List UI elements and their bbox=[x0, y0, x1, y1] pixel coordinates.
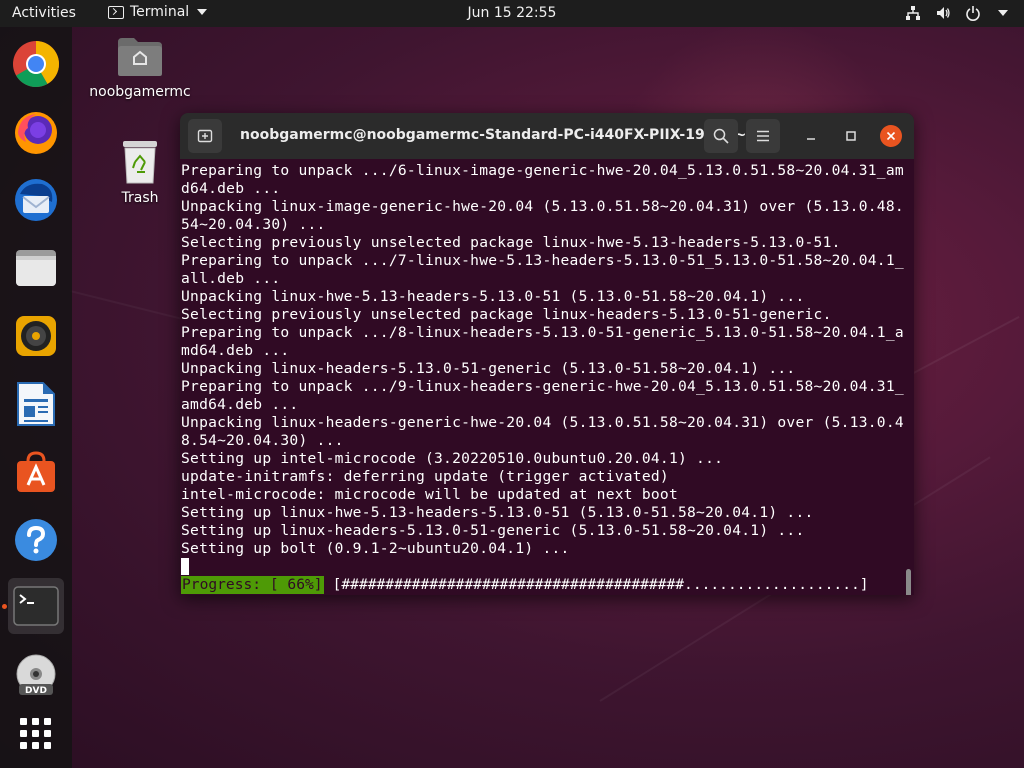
search-icon bbox=[713, 128, 729, 144]
terminal-line: all.deb ... bbox=[181, 270, 281, 287]
top-bar: Activities Terminal Jun 15 22:55 bbox=[0, 0, 1024, 27]
volume-icon[interactable] bbox=[934, 4, 952, 22]
dock-item-app-grid[interactable] bbox=[8, 706, 64, 762]
dock-item-firefox[interactable] bbox=[8, 104, 64, 160]
dvd-icon: DVD bbox=[16, 654, 56, 696]
desktop-icon-trash[interactable]: Trash bbox=[85, 140, 195, 206]
progress-bar: [#######################################… bbox=[332, 576, 869, 593]
progress-label: Progress: [ 66%] bbox=[181, 576, 324, 594]
maximize-icon bbox=[846, 131, 856, 141]
terminal-line: 54~20.04.30) ... bbox=[181, 216, 326, 233]
trash-label: Trash bbox=[121, 190, 159, 206]
system-tray[interactable] bbox=[904, 4, 1012, 22]
chrome-icon bbox=[13, 41, 59, 87]
terminal-output[interactable]: Preparing to unpack .../6-linux-image-ge… bbox=[180, 159, 914, 595]
close-icon bbox=[880, 125, 902, 147]
minimize-button[interactable] bbox=[794, 119, 828, 153]
svg-text:DVD: DVD bbox=[25, 686, 47, 696]
dock-item-chrome[interactable] bbox=[8, 36, 64, 92]
terminal-icon bbox=[13, 586, 59, 626]
terminal-line: Setting up bolt (0.9.1-2~ubuntu20.04.1) … bbox=[181, 540, 570, 557]
terminal-line: Preparing to unpack .../9-linux-headers-… bbox=[181, 378, 904, 395]
hamburger-icon bbox=[757, 130, 769, 142]
terminal-line: Unpacking linux-headers-generic-hwe-20.0… bbox=[181, 414, 904, 431]
software-center-icon bbox=[17, 451, 55, 492]
maximize-button[interactable] bbox=[834, 119, 868, 153]
terminal-window[interactable]: noobgamermc@noobgamermc-Standard-PC-i440… bbox=[180, 113, 914, 595]
terminal-line: Selecting previously unselected package … bbox=[181, 306, 832, 323]
dock: DVD bbox=[0, 27, 72, 768]
terminal-line: Preparing to unpack .../6-linux-image-ge… bbox=[181, 162, 904, 179]
minimize-icon bbox=[807, 138, 815, 140]
dock-item-thunderbird[interactable] bbox=[8, 172, 64, 228]
terminal-line: 8.54~20.04.30) ... bbox=[181, 432, 344, 449]
terminal-line: Setting up linux-headers-5.13.0-51-gener… bbox=[181, 522, 805, 539]
home-folder-icon bbox=[118, 38, 162, 76]
terminal-line: update-initramfs: deferring update (trig… bbox=[181, 468, 669, 485]
terminal-line: Selecting previously unselected package … bbox=[181, 234, 841, 251]
app-menu-terminal[interactable]: Terminal bbox=[108, 4, 208, 20]
menu-button[interactable] bbox=[746, 119, 780, 153]
firefox-icon bbox=[15, 112, 57, 154]
terminal-line: intel-microcode: microcode will be updat… bbox=[181, 486, 678, 503]
dock-item-help[interactable] bbox=[8, 512, 64, 568]
terminal-line: Preparing to unpack .../7-linux-hwe-5.13… bbox=[181, 252, 904, 269]
dock-item-software[interactable] bbox=[8, 444, 64, 500]
files-icon bbox=[16, 250, 56, 286]
new-tab-button[interactable] bbox=[188, 119, 222, 153]
chevron-down-icon[interactable] bbox=[994, 4, 1012, 22]
chevron-down-icon bbox=[197, 9, 208, 15]
dock-item-files[interactable] bbox=[8, 240, 64, 296]
terminal-title: noobgamermc@noobgamermc-Standard-PC-i440… bbox=[240, 127, 747, 143]
home-folder-label: noobgamermc bbox=[89, 84, 191, 100]
terminal-titlebar[interactable]: noobgamermc@noobgamermc-Standard-PC-i440… bbox=[180, 113, 914, 159]
app-grid-icon bbox=[20, 718, 51, 749]
close-button[interactable] bbox=[874, 119, 908, 153]
terminal-line: amd64.deb ... bbox=[181, 396, 299, 413]
terminal-icon bbox=[108, 5, 124, 19]
terminal-line: Unpacking linux-image-generic-hwe-20.04 … bbox=[181, 198, 904, 215]
terminal-line: Unpacking linux-headers-5.13.0-51-generi… bbox=[181, 360, 796, 377]
help-icon bbox=[15, 519, 57, 561]
network-icon[interactable] bbox=[904, 4, 922, 22]
dock-item-terminal[interactable] bbox=[8, 578, 64, 634]
app-menu-label: Terminal bbox=[130, 4, 190, 20]
new-tab-icon bbox=[197, 129, 213, 143]
terminal-line: Preparing to unpack .../8-linux-headers-… bbox=[181, 324, 904, 341]
terminal-scrollbar[interactable] bbox=[906, 569, 911, 595]
rhythmbox-icon bbox=[16, 316, 56, 356]
terminal-line: Unpacking linux-hwe-5.13-headers-5.13.0-… bbox=[181, 288, 805, 305]
terminal-line: md64.deb ... bbox=[181, 342, 290, 359]
dock-item-rhythmbox[interactable] bbox=[8, 308, 64, 364]
dock-item-writer[interactable] bbox=[8, 376, 64, 432]
thunderbird-icon bbox=[15, 179, 57, 221]
trash-icon bbox=[123, 141, 157, 184]
terminal-cursor bbox=[181, 558, 189, 575]
apt-progress: Progress: [ 66%] [######################… bbox=[181, 576, 869, 594]
power-icon[interactable] bbox=[964, 4, 982, 22]
running-indicator bbox=[2, 604, 7, 609]
terminal-lines: Preparing to unpack .../6-linux-image-ge… bbox=[181, 162, 904, 558]
desktop-icon-home[interactable]: noobgamermc bbox=[85, 36, 195, 100]
search-button[interactable] bbox=[704, 119, 738, 153]
dock-item-dvd[interactable]: DVD bbox=[8, 648, 64, 704]
terminal-line: d64.deb ... bbox=[181, 180, 281, 197]
libreoffice-writer-icon bbox=[17, 382, 55, 426]
terminal-line: Setting up linux-hwe-5.13-headers-5.13.0… bbox=[181, 504, 814, 521]
clock[interactable]: Jun 15 22:55 bbox=[468, 5, 557, 21]
terminal-line: Setting up intel-microcode (3.20220510.0… bbox=[181, 450, 724, 467]
activities-button[interactable]: Activities bbox=[12, 5, 76, 21]
